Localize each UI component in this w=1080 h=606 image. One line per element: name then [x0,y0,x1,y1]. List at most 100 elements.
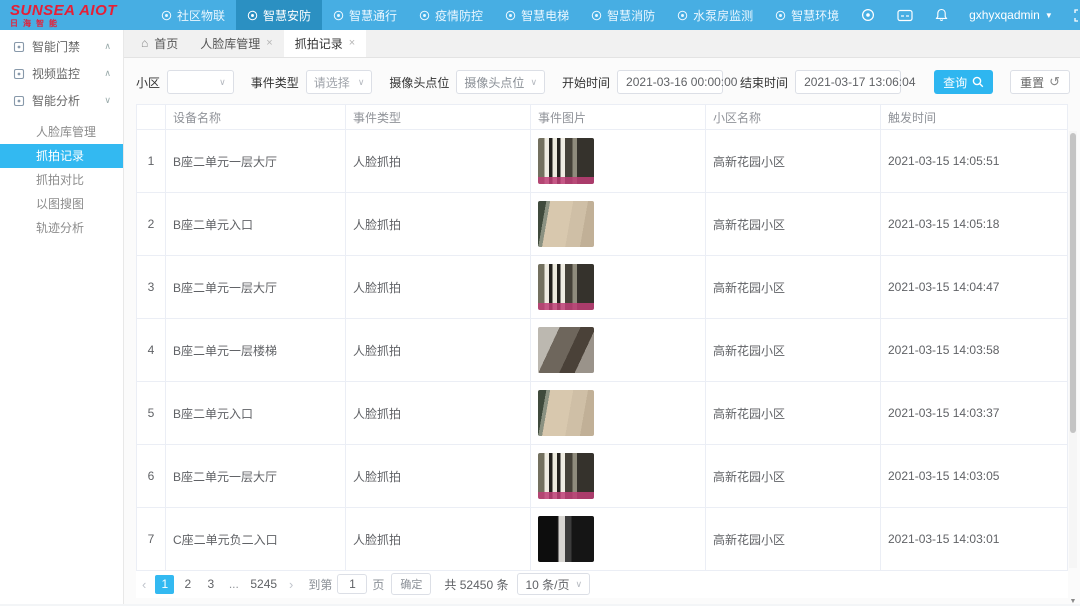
table-row[interactable]: 7 C座二单元负二入口 人脸抓拍 高新花园小区 2021-03-15 14:03… [136,508,1068,571]
tab-close-icon[interactable]: × [349,37,355,49]
topbar-icons: gxhyxqadmin ▼ [850,0,1080,30]
fullscreen-icon[interactable] [1063,0,1080,30]
scrollbar-thumb[interactable] [1070,133,1076,433]
menu-item-icon [505,10,516,21]
topbar-menu-item[interactable]: 智慧环境 [764,0,850,30]
table-row[interactable]: 4 B座二单元一层楼梯 人脸抓拍 高新花园小区 2021-03-15 14:03… [136,319,1068,382]
search-icon [972,76,984,88]
menu-item-icon [419,10,430,21]
event-type-filter-label: 事件类型 [251,74,299,91]
end-time-label: 结束时间 [740,74,788,91]
device-name-cell: B座二单元一层大厅 [166,130,346,192]
row-index: 7 [136,508,166,570]
sidebar-group[interactable]: 智能分析 ∨ [0,87,123,114]
page-number-button[interactable]: 2 [178,575,197,594]
reset-button[interactable]: 重置 ↺ [1010,70,1070,94]
sidebar-group-icon [13,41,25,53]
menu-item-label: 疫情防控 [435,7,483,24]
goto-confirm-button[interactable]: 确定 [391,573,431,595]
topbar-menu-item[interactable]: 智慧安防 [236,0,322,30]
topbar-menu-item[interactable]: 水泵房监测 [666,0,764,30]
page-number-button[interactable]: 1 [155,575,174,594]
table-scrollbar[interactable] [1069,131,1077,568]
sidebar-group[interactable]: 智能门禁 ∧ [0,33,123,60]
page-number-button[interactable]: 3 [201,575,220,594]
event-snapshot-image[interactable] [538,327,594,373]
column-header-device: 设备名称 [166,105,346,129]
event-snapshot-image[interactable] [538,390,594,436]
row-index: 1 [136,130,166,192]
row-index: 4 [136,319,166,381]
community-name-cell: 高新花园小区 [706,256,881,318]
topbar-menu-item[interactable]: 智慧消防 [580,0,666,30]
event-image-cell [531,508,706,570]
event-type-cell: 人脸抓拍 [346,193,531,255]
event-type-cell: 人脸抓拍 [346,508,531,570]
page-ellipsis: ... [224,575,243,594]
event-snapshot-image[interactable] [538,201,594,247]
column-header-index [136,105,166,129]
event-snapshot-image[interactable] [538,138,594,184]
event-type-select[interactable]: 请选择 ∨ [306,70,373,94]
table-row[interactable]: 1 B座二单元一层大厅 人脸抓拍 高新花园小区 2021-03-15 14:05… [136,130,1068,193]
topbar-menu-item[interactable]: 智慧通行 [322,0,408,30]
topbar: SUNSEA AIOT 日海智能 社区物联 智慧安防 智慧通行 疫情防控 智慧电… [0,0,1080,30]
table-row[interactable]: 5 B座二单元入口 人脸抓拍 高新花园小区 2021-03-15 14:03:3… [136,382,1068,445]
community-select[interactable]: ∨ [167,70,234,94]
topbar-menu-item[interactable]: 社区物联 [150,0,236,30]
menu-item-label: 智慧电梯 [521,7,569,24]
scrollbar-down-arrow[interactable]: ▼ [1069,598,1077,606]
event-type-cell: 人脸抓拍 [346,445,531,507]
sidebar-sub-item[interactable]: 轨迹分析 [0,216,123,240]
trigger-time-cell: 2021-03-15 14:03:37 [881,382,1068,444]
tab[interactable]: ⌂ 首页 [130,29,189,57]
tab-close-icon[interactable]: × [266,37,272,49]
search-button[interactable]: 查询 [934,70,993,94]
sidebar-sub-item[interactable]: 以图搜图 [0,192,123,216]
row-index: 6 [136,445,166,507]
event-snapshot-image[interactable] [538,453,594,499]
camera-select[interactable]: 摄像头点位 ∨ [456,70,545,94]
message-card-icon[interactable] [886,0,924,30]
username: gxhyxqadmin [969,8,1040,22]
prev-page-icon[interactable]: ‹ [138,577,150,592]
next-page-icon[interactable]: › [285,577,297,592]
trigger-time-cell: 2021-03-15 14:03:01 [881,508,1068,570]
event-image-cell [531,256,706,318]
settings-icon[interactable] [850,0,886,30]
table-row[interactable]: 2 B座二单元入口 人脸抓拍 高新花园小区 2021-03-15 14:05:1… [136,193,1068,256]
community-name-cell: 高新花园小区 [706,319,881,381]
community-name-cell: 高新花园小区 [706,382,881,444]
goto-page-input[interactable]: 1 [337,574,367,594]
table-row[interactable]: 3 B座二单元一层大厅 人脸抓拍 高新花园小区 2021-03-15 14:04… [136,256,1068,319]
tab[interactable]: 抓拍记录 × [284,29,366,57]
tabbar: ⌂ 首页 人脸库管理 × 抓拍记录 × [124,30,1080,58]
page-size-select[interactable]: 10 条/页 ∨ [517,573,590,595]
chevron-down-icon: ▼ [1045,11,1053,20]
page-number-button[interactable]: 5245 [247,575,280,594]
menu-item-icon [775,10,786,21]
sidebar-sub-item[interactable]: 抓拍记录 [0,144,123,168]
trigger-time-cell: 2021-03-15 14:03:05 [881,445,1068,507]
trigger-time-cell: 2021-03-15 14:03:58 [881,319,1068,381]
start-time-input[interactable]: 2021-03-16 00:00:00 [617,70,723,94]
sidebar-group[interactable]: 视频监控 ∧ [0,60,123,87]
main-content: 小区 ∨ 事件类型 请选择 ∨ 摄像头点位 摄像头点位 ∨ 开始时间 2021-… [124,58,1080,604]
topbar-menu-item[interactable]: 智慧电梯 [494,0,580,30]
sidebar-sub-item[interactable]: 抓拍对比 [0,168,123,192]
table-row[interactable]: 6 B座二单元一层大厅 人脸抓拍 高新花园小区 2021-03-15 14:03… [136,445,1068,508]
event-snapshot-image[interactable] [538,516,594,562]
device-name-cell: B座二单元入口 [166,382,346,444]
tab[interactable]: 人脸库管理 × [189,29,283,57]
menu-item-label: 水泵房监测 [693,7,753,24]
event-snapshot-image[interactable] [538,264,594,310]
page-numbers: 123...5245 [155,575,280,594]
end-time-input[interactable]: 2021-03-17 13:06:04 [795,70,901,94]
menu-item-label: 社区物联 [177,7,225,24]
notification-bell-icon[interactable] [924,0,959,30]
topbar-menu-item[interactable]: 疫情防控 [408,0,494,30]
sidebar-sub-item[interactable]: 人脸库管理 [0,120,123,144]
user-menu[interactable]: gxhyxqadmin ▼ [959,8,1063,22]
event-type-cell: 人脸抓拍 [346,382,531,444]
table-header: 设备名称 事件类型 事件图片 小区名称 触发时间 [136,104,1068,130]
